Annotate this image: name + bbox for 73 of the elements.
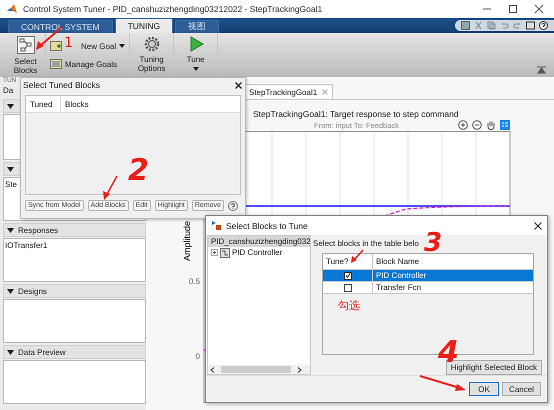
window-title: Control System Tuner - PID_canshuzizhengding03212022 - StepTrackingGoal1 <box>23 4 322 14</box>
list-item[interactable]: Ste <box>4 178 18 191</box>
zoom-out-icon[interactable] <box>472 120 482 130</box>
collapse-triangle-icon[interactable] <box>7 104 14 108</box>
annotation-arrow <box>420 375 466 391</box>
collapse-icon[interactable] <box>537 66 546 74</box>
section-header[interactable]: Data Preview <box>3 345 146 359</box>
close-icon[interactable] <box>534 4 544 14</box>
list-item[interactable]: IOTransfer1 <box>4 239 48 252</box>
panel-tab[interactable]: Da <box>3 85 14 97</box>
annotation-note: 勾选 <box>338 298 360 313</box>
checkbox[interactable] <box>344 284 352 292</box>
close-icon[interactable] <box>534 222 542 230</box>
checkbox[interactable] <box>344 272 352 280</box>
table-row[interactable]: Transfer Fcn <box>323 282 533 294</box>
model-icon <box>211 220 222 231</box>
close-icon[interactable] <box>235 82 242 88</box>
help-icon[interactable] <box>539 21 548 30</box>
block-name: PID Controller <box>375 270 426 281</box>
zoom-in-icon[interactable] <box>458 120 468 130</box>
collapse-triangle-icon <box>7 228 14 232</box>
ribbon-tab[interactable]: CONTROL SYSTEM <box>8 20 113 33</box>
section-title: Data Preview <box>18 348 66 356</box>
annotation-arrow <box>351 250 364 263</box>
window-icon[interactable] <box>526 21 535 30</box>
expand-toggle-icon <box>211 249 218 256</box>
plot-title: StepTrackingGoal1: Target response to step command <box>253 109 460 119</box>
section-header[interactable]: Designs <box>3 284 146 298</box>
y-tick-label: 0.5 <box>188 277 200 286</box>
play-icon <box>188 36 204 52</box>
annotation-number: 3 <box>424 230 442 256</box>
scroll-right-icon[interactable] <box>297 366 302 372</box>
help-icon[interactable] <box>228 200 238 210</box>
horizontal-scrollbar[interactable] <box>208 365 310 374</box>
caret-icon <box>119 44 126 48</box>
goal-plus-icon <box>50 41 62 51</box>
tree-item[interactable]: PID Controller <box>208 247 310 258</box>
ribbon-tab[interactable]: TUNING <box>114 18 174 33</box>
table-row[interactable]: PID Controller <box>323 270 533 282</box>
block-diagram-icon <box>16 36 34 54</box>
instruction-text: Select blocks in the table belo <box>313 238 419 250</box>
dialog-title: Select Blocks to Tune <box>226 220 308 230</box>
column-header: Blocks <box>64 98 89 110</box>
section-header[interactable]: Responses <box>3 223 146 237</box>
dialog-button[interactable]: OK <box>469 382 499 396</box>
subsystem-icon <box>220 248 230 258</box>
pan-hand-icon[interactable] <box>486 120 496 130</box>
section-title: Responses <box>18 226 58 234</box>
collapse-triangle-icon[interactable] <box>7 166 14 172</box>
dialog-button[interactable]: Cancel <box>502 382 541 396</box>
manage-goals-button[interactable]: Manage Goals <box>50 59 126 69</box>
annotation-arrow <box>103 176 118 200</box>
logo-icon <box>6 3 18 15</box>
collapse-triangle-icon <box>7 288 14 294</box>
y-axis-label: Amplitude <box>182 220 192 262</box>
block-name: Transfer Fcn <box>375 282 422 293</box>
window-title: Select Tuned Blocks <box>23 80 100 90</box>
gear-icon <box>144 36 160 52</box>
legend-icon[interactable] <box>500 120 510 130</box>
ribbon-tab[interactable]: 视图 <box>175 20 220 33</box>
tree-item[interactable]: PID_canshuzizhengding032 <box>208 236 310 247</box>
document-tab[interactable]: StepTrackingGoal1 <box>244 84 334 99</box>
collapse-triangle-icon <box>7 350 14 354</box>
column-header: Tuned <box>26 96 61 112</box>
annotation-number: 2 <box>128 156 149 186</box>
close-icon <box>322 89 328 95</box>
maximize-icon[interactable] <box>508 4 518 14</box>
column-header: Block Name <box>375 256 420 268</box>
caret-icon <box>192 67 199 72</box>
goals-list-icon <box>50 59 62 69</box>
y-tick-label: 0 <box>196 352 200 361</box>
scroll-left-icon[interactable] <box>210 366 215 372</box>
section-title: Designs <box>18 286 47 296</box>
